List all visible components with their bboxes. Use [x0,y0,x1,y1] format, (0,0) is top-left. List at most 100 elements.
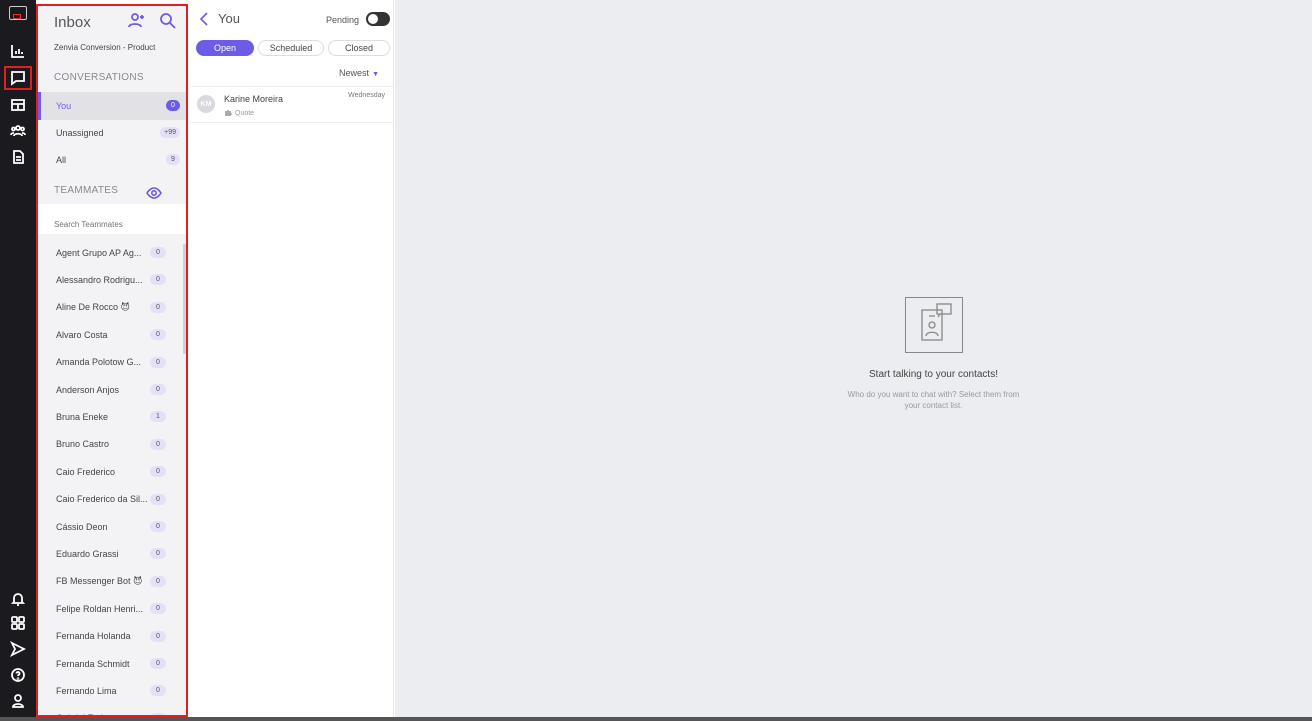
count-badge: 0 [150,356,166,368]
count-badge: 0 [150,658,166,669]
teammate-name: Bruno Castro [56,439,110,450]
document-icon[interactable] [6,146,30,168]
teammate-row[interactable]: Amanda Polotow G... 0 [38,349,186,376]
teammate-name: Fernanda Schmidt [56,658,130,669]
teammate-row[interactable]: Gabriel Freitas0 [38,705,186,715]
reports-icon[interactable] [6,40,30,62]
count-badge: 1 [150,411,166,423]
app-rail [0,0,36,721]
teammate-name: Fernando Lima [56,685,117,696]
scrollbar[interactable] [183,244,186,354]
teammate-name: Aline De Rocco 😈 [56,301,130,312]
count-badge: 0 [150,329,166,341]
apps-grid-icon[interactable] [6,612,30,634]
teammate-row[interactable]: Eduardo Grassi 0 [38,540,186,567]
teammate-row[interactable]: Fernando Lima 0 [38,677,186,704]
count-badge: 0 [166,100,180,111]
conversation-list: You Pending Open Scheduled Closed Newest… [190,0,394,721]
help-icon[interactable] [6,664,30,686]
count-badge: 0 [150,493,166,505]
table-icon[interactable] [6,94,30,116]
teammate-row[interactable]: Alessandro Rodrigu... 0 [38,266,186,293]
teammate-name: Alessandro Rodrigu... [56,274,143,285]
zenvia-logo-icon[interactable] [9,6,27,20]
teammate-name: Caio Frederico da Sil... [56,494,148,505]
teammate-name: Cássio Deon [56,521,108,532]
avatar: KM [197,95,215,113]
teammate-row[interactable]: Fernanda Holanda 0 [38,623,186,650]
add-user-icon[interactable] [128,12,145,34]
teammate-row[interactable]: Caio Frederico da Sil... 0 [38,486,186,513]
search-teammates-input[interactable] [38,204,186,234]
teammate-name: Amanda Polotow G... [56,357,142,368]
count-badge: +99 [160,127,180,138]
list-title: You [218,11,240,26]
teammate-row[interactable]: Anderson Anjos 0 [38,376,186,403]
teammate-row[interactable]: Felipe Roldan Henri... 0 [38,595,186,622]
count-badge: 0 [150,466,166,478]
puzzle-icon [225,110,232,116]
conversations-section-label: CONVERSATIONS [54,72,144,83]
conversation-tag: Quote [235,109,255,117]
pending-toggle[interactable] [366,12,390,26]
empty-state-description: Who do you want to chat with? Select the… [847,390,1020,410]
count-badge: 0 [150,603,166,615]
teammate-row[interactable]: FB Messenger Bot 😈 0 [38,568,186,595]
count-badge: 0 [150,630,166,642]
teammate-name: Felipe Roldan Henri... [56,603,144,614]
inbox-panel: Inbox Zenvia Conversion - Product CONVER… [36,4,188,717]
teammate-row[interactable]: Bruna Eneke 1 [38,403,186,430]
tab-open[interactable]: Open [196,40,254,56]
teammate-name: Caio Frederico [56,466,116,477]
count-badge: 0 [150,247,166,258]
teammate-row[interactable]: Aline De Rocco 😈 0 [38,294,186,321]
empty-state-title: Start talking to your contacts! [869,369,998,380]
count-badge: 0 [150,384,166,395]
count-badge: 0 [150,575,166,587]
teammate-name: FB Messenger Bot 😈 [56,575,143,586]
bottom-bar [0,717,1312,721]
inbox-title: Inbox [54,14,91,31]
teammate-name: Fernanda Holanda [56,631,131,642]
tab-closed[interactable]: Closed [328,40,390,56]
teammate-row[interactable]: Cássio Deon 0 [38,513,186,540]
org-name: Zenvia Conversion - Product [54,43,156,52]
conversation-filter-all[interactable]: All 9 [38,146,186,174]
chat-icon[interactable] [4,66,32,90]
send-icon[interactable] [6,638,30,660]
teammate-name: Alvaro Costa [56,329,108,340]
teammate-row[interactable]: Fernanda Schmidt 0 [38,650,186,677]
bell-icon[interactable] [6,588,30,610]
teammate-row[interactable]: Bruno Castro 0 [38,431,186,458]
conversation-item[interactable]: KM Karine Moreira Wednesday Quote [190,86,393,123]
tab-scheduled[interactable]: Scheduled [258,40,324,56]
caret-down-icon: ▼ [372,71,379,78]
user-profile-icon[interactable] [6,690,30,712]
teammate-name: Eduardo Grassi [56,548,119,559]
count-badge: 0 [150,274,166,286]
sort-dropdown[interactable]: Newest ▼ [339,68,379,78]
eye-icon[interactable] [146,186,162,205]
teammate-row[interactable]: Caio Frederico 0 [38,458,186,485]
teammate-row[interactable]: Alvaro Costa 0 [38,321,186,348]
count-badge: 0 [150,548,166,560]
chevron-left-icon[interactable] [198,12,210,31]
teammate-name: Anderson Anjos [56,384,120,395]
count-badge: 0 [150,301,166,313]
teammate-row[interactable]: Agent Grupo AP Ag... 0 [38,239,186,266]
contacts-icon[interactable] [6,120,30,142]
conversation-date: Wednesday [348,92,385,99]
pending-label: Pending [326,15,360,25]
chat-main-area: Start talking to your contacts! Who do y… [395,0,1312,717]
count-badge: 0 [150,438,166,450]
count-badge: 0 [150,521,166,532]
teammates-section-label: TEAMMATES [54,185,119,196]
conversation-filter-unassigned[interactable]: Unassigned +99 [38,119,186,147]
contact-name: Karine Moreira [224,94,284,104]
search-icon[interactable] [159,12,176,34]
count-badge: 9 [166,154,180,165]
teammate-name: Agent Grupo AP Ag... [56,247,142,258]
teammate-name: Bruna Eneke [56,411,109,422]
conversation-filter-you[interactable]: You 0 [38,92,186,120]
count-badge: 0 [150,685,166,697]
